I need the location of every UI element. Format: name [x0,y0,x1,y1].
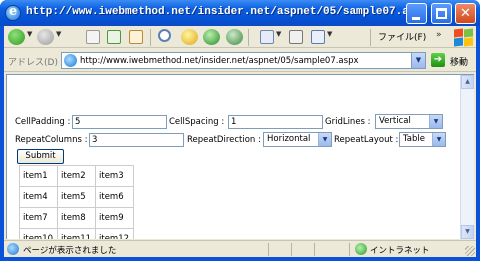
page-icon [64,54,77,67]
refresh-icon[interactable] [107,30,121,44]
table-cell: item12 [95,228,134,239]
mail-dropdown-icon[interactable]: ▼ [276,30,281,38]
repeatdirection-select[interactable]: Horizontal ▼ [263,132,332,147]
table-cell: item11 [57,228,96,239]
repeatdirection-value: Horizontal [267,134,311,144]
edit-dropdown-icon[interactable]: ▼ [327,30,332,38]
repeatlayout-label: RepeatLayout : [334,135,399,145]
gridlines-label: GridLines : [325,117,371,127]
table-row: item7 item8 item9 [19,207,134,229]
browser-chrome: ▼ ▼ ▼ ▼ ファイル(F) » アドレス(D) http://www.iwe… [4,26,476,257]
intranet-zone-icon [355,243,367,255]
submit-button[interactable]: Submit [17,149,64,164]
address-dropdown-icon[interactable]: ▼ [411,53,425,68]
media-icon[interactable] [203,29,220,45]
table-row: item1 item2 item3 [19,165,134,187]
windows-logo-icon [451,27,473,47]
repeatcolumns-input[interactable]: 3 [89,133,184,147]
minimize-icon [412,17,420,20]
home-icon[interactable] [129,30,143,44]
table-cell: item4 [19,186,58,208]
favorites-icon[interactable] [181,29,198,45]
maximize-button[interactable] [431,3,452,24]
scroll-up-icon[interactable]: ▲ [461,75,474,89]
forward-dropdown-icon[interactable]: ▼ [56,30,61,38]
file-menu[interactable]: ファイル(F) [378,30,426,43]
window-title: http://www.iwebmethod.net/insider.net/as… [26,6,411,18]
table-cell: item3 [95,165,134,187]
forward-icon[interactable] [37,29,54,45]
toolbar-separator [248,29,249,46]
minimize-button[interactable] [406,3,427,24]
table-cell: item6 [95,186,134,208]
go-button-label[interactable]: 移動 [450,55,468,68]
toolbar-separator [150,29,151,46]
chevron-down-icon: ▼ [429,115,442,128]
repeatlayout-value: Table [403,134,425,144]
datalist-table: item1 item2 item3 item4 item5 item6 item7 item8… [19,165,134,239]
go-arrow-icon[interactable]: ➔ [431,53,445,67]
table-row: item10 item11 item12 [19,228,134,239]
vertical-scrollbar[interactable]: ▲ ▼ [460,75,474,239]
table-cell: item10 [19,228,58,239]
security-zone: イントラネット [370,246,430,256]
status-separator [291,243,292,256]
address-input[interactable]: http://www.iwebmethod.net/insider.net/as… [61,52,426,69]
scroll-down-icon[interactable]: ▼ [461,225,474,239]
gridlines-value: Vertical [379,116,411,126]
status-text: ページが表示されました [23,246,117,256]
page-done-icon [7,243,19,255]
print-icon[interactable] [289,30,303,44]
toolbar-separator [370,29,371,46]
status-separator [349,243,350,256]
table-cell: item9 [95,207,134,229]
cellpadding-input[interactable]: 5 [72,115,167,129]
repeatlayout-select[interactable]: Table ▼ [399,132,446,147]
table-row: item4 item5 item6 [19,186,134,208]
close-button[interactable]: ✕ [455,3,476,24]
cellspacing-label: CellSpacing : [169,117,225,127]
repeatdirection-label: RepeatDirection : [187,135,261,145]
page-content: CellPadding : 5 CellSpacing : 1 GridLine… [6,74,474,239]
browser-window: http://www.iwebmethod.net/insider.net/as… [0,0,480,261]
chevron-down-icon: ▼ [318,133,331,146]
gridlines-select[interactable]: Vertical ▼ [375,114,443,129]
title-bar[interactable]: http://www.iwebmethod.net/insider.net/as… [0,0,480,26]
close-icon: ✕ [460,6,471,21]
table-cell: item5 [57,186,96,208]
edit-icon[interactable] [311,30,325,44]
cellpadding-label: CellPadding : [15,117,71,127]
maximize-icon [436,8,447,19]
internet-explorer-icon [5,4,21,21]
address-label: アドレス(D) [8,58,58,68]
standard-toolbar: ▼ ▼ ▼ ▼ ファイル(F) » [4,26,476,48]
stop-icon[interactable] [86,30,100,44]
menu-overflow-chevron[interactable]: » [436,30,442,40]
table-cell: item2 [57,165,96,187]
mail-icon[interactable] [260,30,274,44]
address-bar: アドレス(D) http://www.iwebmethod.net/inside… [4,49,476,72]
table-cell: item1 [19,165,58,187]
status-bar: ページが表示されました イントラネット [4,240,476,257]
back-dropdown-icon[interactable]: ▼ [27,30,32,38]
cellspacing-input[interactable]: 1 [228,115,323,129]
back-icon[interactable] [8,29,25,45]
history-icon[interactable] [226,29,243,45]
table-cell: item7 [19,207,58,229]
search-icon[interactable] [158,29,171,42]
status-separator [314,243,315,256]
address-url: http://www.iwebmethod.net/insider.net/as… [80,56,359,66]
resize-grip-icon[interactable] [465,246,475,256]
chevron-down-icon: ▼ [432,133,445,146]
status-separator [268,243,269,256]
table-cell: item8 [57,207,96,229]
repeatcolumns-label: RepeatColumns : [15,135,88,145]
